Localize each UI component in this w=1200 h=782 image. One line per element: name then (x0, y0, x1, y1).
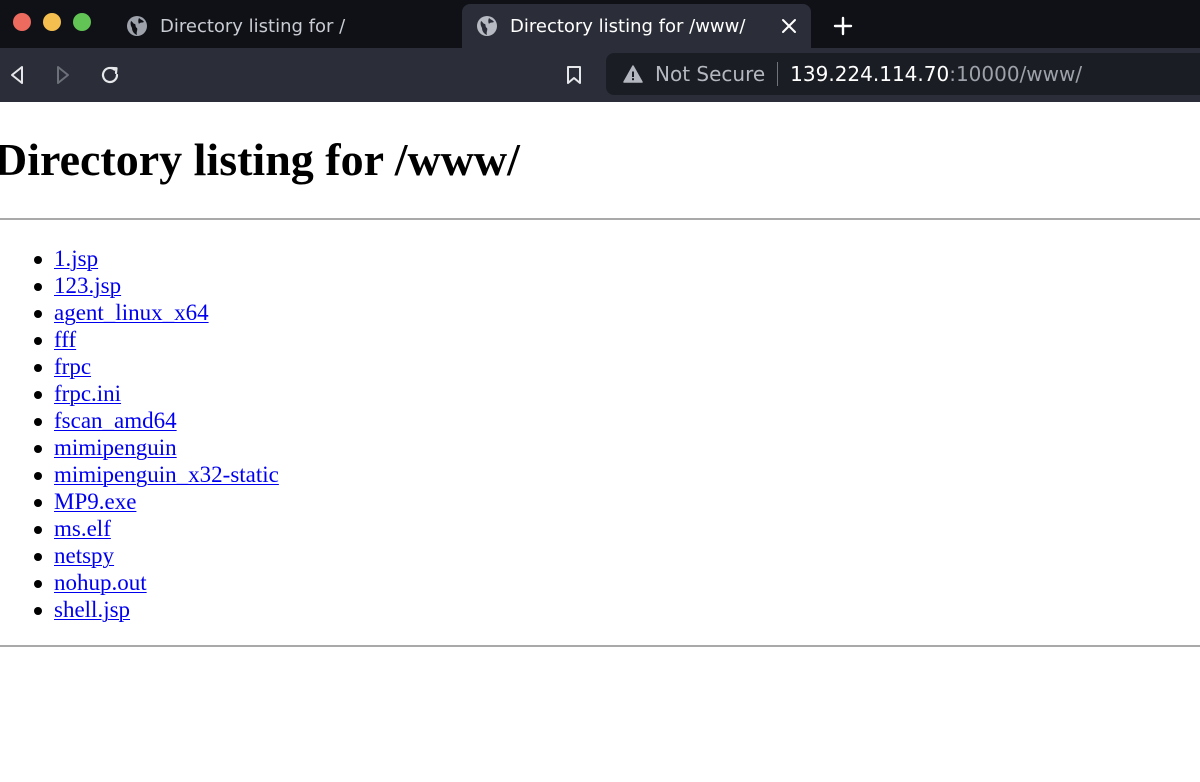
browser-window: Directory listing for / Directory listin… (0, 0, 1200, 782)
file-link[interactable]: MP9.exe (54, 489, 136, 514)
bullet (34, 607, 42, 615)
bookmark-icon (567, 66, 581, 84)
window-close-button[interactable] (13, 13, 31, 31)
file-link[interactable]: nohup.out (54, 570, 147, 595)
plus-icon (833, 16, 853, 36)
file-link[interactable]: mimipenguin (54, 435, 177, 460)
list-item: frpc (34, 353, 279, 380)
file-link[interactable]: mimipenguin_x32-static (54, 462, 279, 487)
file-link[interactable]: frpc (54, 354, 91, 379)
bullet (34, 310, 42, 318)
file-link[interactable]: 123.jsp (54, 273, 121, 298)
browser-toolbar: Not Secure 139.224.114.70:10000/www/ (0, 48, 1200, 102)
list-item: mimipenguin_x32-static (34, 461, 279, 488)
window-minimize-button[interactable] (43, 13, 61, 31)
tab-title: Directory listing for / (160, 15, 346, 37)
tab-title: Directory listing for /www/ (510, 15, 746, 37)
bookmark-button[interactable] (558, 59, 590, 91)
tab-strip: Directory listing for / Directory listin… (0, 0, 1200, 48)
file-link[interactable]: shell.jsp (54, 597, 130, 622)
file-link[interactable]: netspy (54, 543, 114, 568)
bullet (34, 283, 42, 291)
tab-directory-root[interactable]: Directory listing for / (112, 4, 457, 48)
list-item: 123.jsp (34, 272, 279, 299)
list-item: MP9.exe (34, 488, 279, 515)
divider-top (0, 218, 1200, 220)
list-item: mimipenguin (34, 434, 279, 461)
bullet (34, 580, 42, 588)
back-icon (11, 66, 23, 84)
file-list: 1.jsp 123.jsp agent_linux_x64 fff frpc f… (34, 245, 279, 623)
list-item: fscan_amd64 (34, 407, 279, 434)
file-link[interactable]: frpc.ini (54, 381, 121, 406)
globe-icon (477, 16, 497, 36)
tab-directory-www[interactable]: Directory listing for /www/ (462, 4, 811, 48)
page-content: Directory listing for /www/ 1.jsp 123.js… (0, 102, 1200, 782)
list-item: netspy (34, 542, 279, 569)
file-link[interactable]: fscan_amd64 (54, 408, 177, 433)
bullet (34, 472, 42, 480)
url-host: 139.224.114.70 (790, 62, 950, 86)
list-item: shell.jsp (34, 596, 279, 623)
bullet (34, 418, 42, 426)
list-item: nohup.out (34, 569, 279, 596)
close-icon (782, 19, 796, 33)
file-link[interactable]: 1.jsp (54, 246, 98, 271)
list-item: fff (34, 326, 279, 353)
bullet (34, 553, 42, 561)
forward-icon (57, 66, 69, 84)
list-item: ms.elf (34, 515, 279, 542)
page-title: Directory listing for /www/ (0, 134, 520, 185)
security-status-text[interactable]: Not Secure (655, 62, 765, 86)
url-divider (777, 62, 779, 86)
list-item: agent_linux_x64 (34, 299, 279, 326)
new-tab-button[interactable] (826, 9, 860, 43)
address-bar[interactable]: Not Secure 139.224.114.70:10000/www/ (606, 53, 1200, 95)
bullet (34, 337, 42, 345)
bullet (34, 391, 42, 399)
bullet (34, 499, 42, 507)
bullet (34, 364, 42, 372)
bullet (34, 445, 42, 453)
file-link[interactable]: agent_linux_x64 (54, 300, 209, 325)
forward-button[interactable] (47, 59, 79, 91)
globe-icon (127, 16, 147, 36)
window-maximize-button[interactable] (73, 13, 91, 31)
divider-bottom (0, 645, 1200, 647)
warning-icon (623, 65, 643, 83)
list-item: 1.jsp (34, 245, 279, 272)
list-item: frpc.ini (34, 380, 279, 407)
bullet (34, 526, 42, 534)
tab-close-button[interactable] (773, 10, 805, 42)
reload-icon (101, 66, 119, 84)
url-path: :10000/www/ (949, 62, 1083, 86)
back-button[interactable] (1, 59, 33, 91)
bullet (34, 256, 42, 264)
file-link[interactable]: fff (54, 327, 76, 352)
reload-button[interactable] (94, 59, 126, 91)
file-link[interactable]: ms.elf (54, 516, 111, 541)
